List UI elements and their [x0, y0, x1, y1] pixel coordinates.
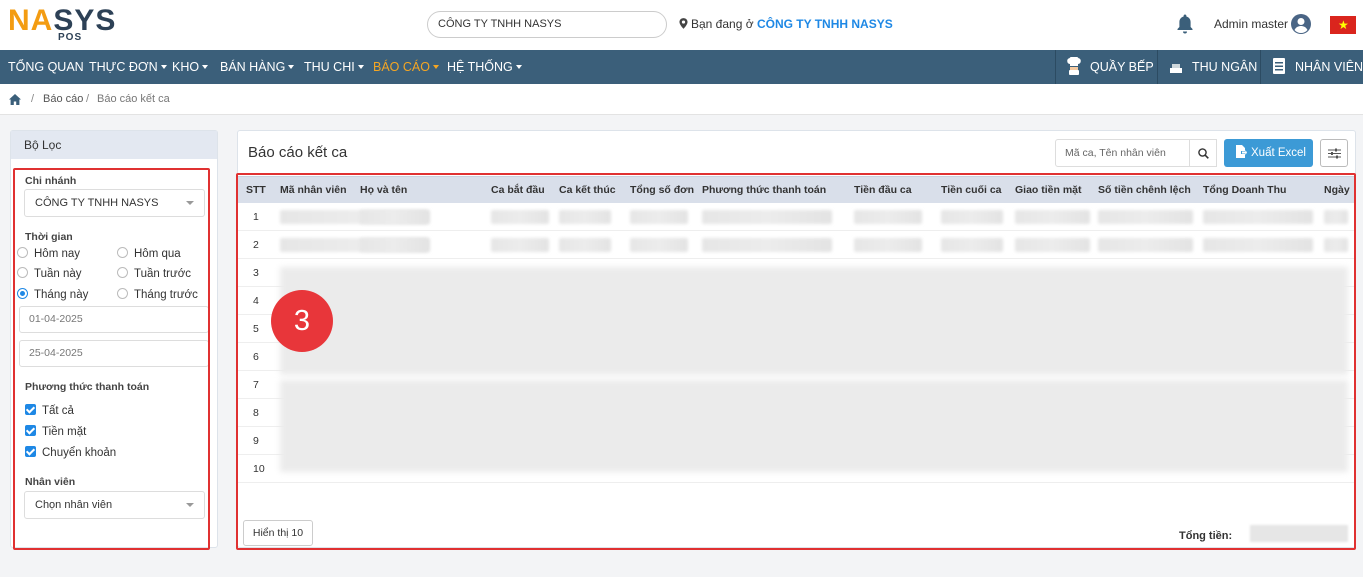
nav-quay-bep[interactable]: QUẦY BẾP	[1055, 50, 1157, 84]
highlight-table	[236, 173, 1356, 550]
nav-thuc-don[interactable]: THỰC ĐƠN	[89, 50, 167, 84]
map-pin-icon	[679, 18, 688, 29]
export-excel-button[interactable]: Xuất Excel	[1224, 139, 1313, 167]
breadcrumb-current: Báo cáo kết ca	[97, 93, 170, 105]
caret-down-icon	[160, 65, 167, 69]
logo-text-na: NA	[8, 4, 54, 37]
nav-nhan-vien[interactable]: NHÂN VIÊN	[1260, 50, 1363, 84]
location-prefix: Bạn đang ở	[691, 17, 754, 31]
search-button[interactable]	[1189, 139, 1217, 167]
breadcrumb: / Báo cáo / Báo cáo kết ca	[0, 84, 1363, 115]
main-nav: TỔNG QUAN THỰC ĐƠN KHO BÁN HÀNG THU CHI …	[0, 50, 1363, 84]
sliders-icon	[1328, 148, 1341, 159]
column-settings-button[interactable]	[1320, 139, 1348, 167]
user-name[interactable]: Admin master	[1214, 17, 1288, 31]
caret-down-icon	[202, 65, 209, 69]
vietnam-flag-icon[interactable]: ★	[1330, 16, 1356, 34]
caret-down-icon	[288, 65, 295, 69]
top-bar: NASYS POS CÔNG TY TNHH NASYS Bạn đang ở …	[0, 0, 1363, 50]
nav-ban-hang[interactable]: BÁN HÀNG	[220, 50, 295, 84]
report-title: Báo cáo kết ca	[248, 144, 348, 161]
nav-he-thong[interactable]: HỆ THỐNG	[447, 50, 522, 84]
nasys-logo[interactable]: NASYS POS	[8, 4, 123, 44]
user-avatar-icon[interactable]	[1291, 14, 1311, 34]
logo-subtext: POS	[58, 32, 83, 43]
breadcrumb-bao-cao[interactable]: Báo cáo	[43, 93, 83, 105]
home-icon[interactable]	[9, 94, 21, 105]
current-location: Bạn đang ở CÔNG TY TNHH NASYS	[679, 17, 893, 31]
bell-icon[interactable]	[1176, 14, 1194, 34]
file-export-icon	[1236, 145, 1247, 158]
cashier-icon	[1170, 64, 1182, 73]
highlight-filter	[13, 168, 210, 550]
company-selector[interactable]: CÔNG TY TNHH NASYS	[427, 11, 667, 38]
nav-thu-chi[interactable]: THU CHI	[304, 50, 364, 84]
nav-tong-quan[interactable]: TỔNG QUAN	[8, 50, 84, 84]
chef-icon	[1067, 56, 1081, 75]
caret-down-icon	[515, 65, 522, 69]
location-company: CÔNG TY TNHH NASYS	[756, 17, 893, 31]
search-icon	[1198, 148, 1209, 159]
nav-kho[interactable]: KHO	[172, 50, 209, 84]
breadcrumb-separator: /	[86, 93, 90, 105]
breadcrumb-separator: /	[31, 93, 35, 105]
step-badge: 3	[271, 290, 333, 352]
staff-icon	[1273, 58, 1285, 74]
caret-down-icon	[357, 65, 364, 69]
nav-bao-cao[interactable]: BÁO CÁO	[373, 50, 439, 84]
caret-down-icon	[432, 65, 439, 69]
nav-thu-ngan[interactable]: THU NGÂN	[1157, 50, 1260, 84]
filter-title: Bộ Lọc	[11, 131, 217, 159]
